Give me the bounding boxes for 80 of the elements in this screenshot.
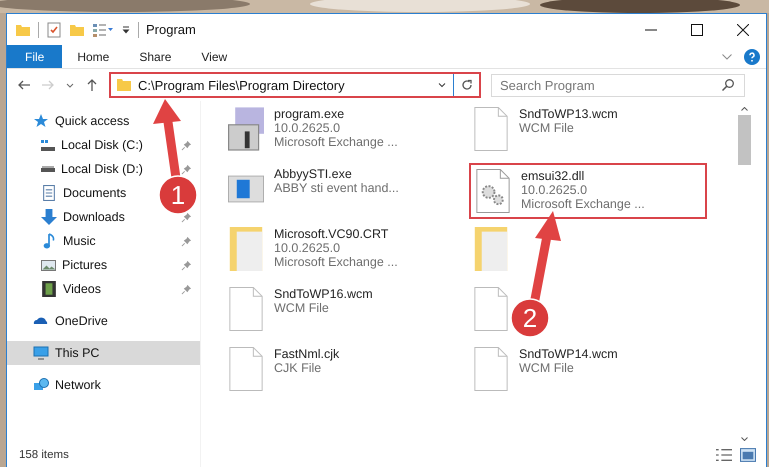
folder-icon xyxy=(116,77,132,93)
pin-icon[interactable] xyxy=(181,284,192,294)
download-arrow-icon xyxy=(41,209,57,225)
tiles-view-icon[interactable] xyxy=(740,447,756,463)
network-icon xyxy=(33,377,49,393)
pin-icon[interactable] xyxy=(181,236,192,246)
search-icon[interactable] xyxy=(721,78,735,92)
nav-item[interactable]: Local Disk (C:) xyxy=(61,138,143,152)
nav-item[interactable]: Pictures xyxy=(62,258,108,272)
file-detail: CJK File xyxy=(274,361,322,375)
file-name: SndToWP16.wcm xyxy=(274,287,373,301)
ribbon-tab[interactable]: Home xyxy=(62,45,124,68)
file-detail: Microsoft Exchange ... xyxy=(274,255,398,269)
pin-icon[interactable] xyxy=(181,164,192,174)
file-detail: 10.0.2625.0 xyxy=(274,241,342,255)
address-path: C:\Program Files\Program Directory xyxy=(138,78,346,92)
chevron-icon[interactable] xyxy=(722,54,732,60)
nav-item[interactable]: Music xyxy=(63,234,96,248)
pin-icon[interactable] xyxy=(181,260,192,270)
nav-item[interactable]: OneDrive xyxy=(55,314,108,328)
properties-icon[interactable] xyxy=(92,22,114,38)
document-icon xyxy=(41,185,57,201)
file-name: program.exe xyxy=(274,107,346,121)
file-detail: Microsoft Exchange ... xyxy=(521,197,645,211)
file-detail: WCM File xyxy=(519,361,575,375)
file-item[interactable]: emsui32.dll 10.0.2625.0 Microsoft Exchange ... xyxy=(469,163,707,219)
file-detail: WCM File xyxy=(274,301,330,315)
up-arrow-icon[interactable] xyxy=(85,78,99,92)
back-arrow-icon[interactable] xyxy=(17,78,31,92)
cloud-icon xyxy=(33,317,49,325)
help-icon[interactable] xyxy=(744,48,760,64)
file-name: FastNml.cjk xyxy=(274,347,340,361)
file-name: Microsoft.VC90.CRT xyxy=(274,227,390,241)
file-name: SndToWP14.wcm xyxy=(519,347,618,361)
nav-item[interactable]: This PC xyxy=(7,341,200,365)
step-badge: 1 xyxy=(158,175,198,215)
scrollbar-thumb[interactable] xyxy=(738,115,751,165)
nav-item[interactable]: Downloads xyxy=(63,210,125,224)
file-name: AbbyySTI.exe xyxy=(274,167,353,181)
details-view-icon[interactable] xyxy=(716,447,732,463)
drive-icon xyxy=(41,140,55,150)
file-detail: 10.0.2625.0 xyxy=(274,121,342,135)
gears-file-icon xyxy=(475,169,511,213)
window-title: Program xyxy=(146,22,196,37)
step-badge: 2 xyxy=(510,298,550,338)
ribbon-tab[interactable]: View xyxy=(186,45,242,68)
close-icon xyxy=(737,24,749,36)
scroll-up-icon[interactable] xyxy=(741,107,748,111)
checklist-icon[interactable] xyxy=(46,22,62,38)
pin-icon[interactable] xyxy=(181,212,192,222)
file-detail: 10.0.2625.0 xyxy=(521,183,588,197)
ribbon-tab[interactable]: File xyxy=(7,45,62,68)
file-detail: ABBY sti event hand... xyxy=(274,181,399,195)
maximize-icon xyxy=(691,24,703,36)
file-detail: Microsoft Exchange ... xyxy=(274,135,398,149)
nav-item[interactable]: Quick access xyxy=(55,114,130,128)
dropdown-icon[interactable] xyxy=(437,80,447,90)
ribbon-tab[interactable]: Share xyxy=(124,45,186,68)
address-bar[interactable]: C:\Program Files\Program Directory xyxy=(109,72,481,98)
file-name: SndToWP13.wcm xyxy=(519,107,618,121)
pin-icon[interactable] xyxy=(181,140,192,150)
film-icon xyxy=(41,281,57,297)
item-count: 158 items xyxy=(18,449,70,463)
file-name: emsui32.dll xyxy=(521,169,586,183)
star-icon xyxy=(33,113,49,129)
nav-item[interactable]: Local Disk (D:) xyxy=(61,162,143,176)
music-note-icon xyxy=(41,233,57,249)
nav-item[interactable]: Videos xyxy=(63,282,101,296)
file-detail: WCM File xyxy=(519,121,575,135)
nav-item[interactable]: Network xyxy=(55,378,101,392)
search-field[interactable]: Search Program xyxy=(491,74,745,96)
drive-icon xyxy=(41,166,55,172)
minimize-icon xyxy=(645,28,657,30)
dropdown-icon[interactable] xyxy=(121,24,131,34)
nav-label: This PC xyxy=(55,346,100,360)
nav-item[interactable]: Documents xyxy=(63,186,126,200)
monitor-icon xyxy=(33,345,49,361)
picture-frame-icon xyxy=(41,260,56,270)
refresh-icon[interactable] xyxy=(460,78,474,92)
scroll-down-icon[interactable] xyxy=(741,437,748,441)
